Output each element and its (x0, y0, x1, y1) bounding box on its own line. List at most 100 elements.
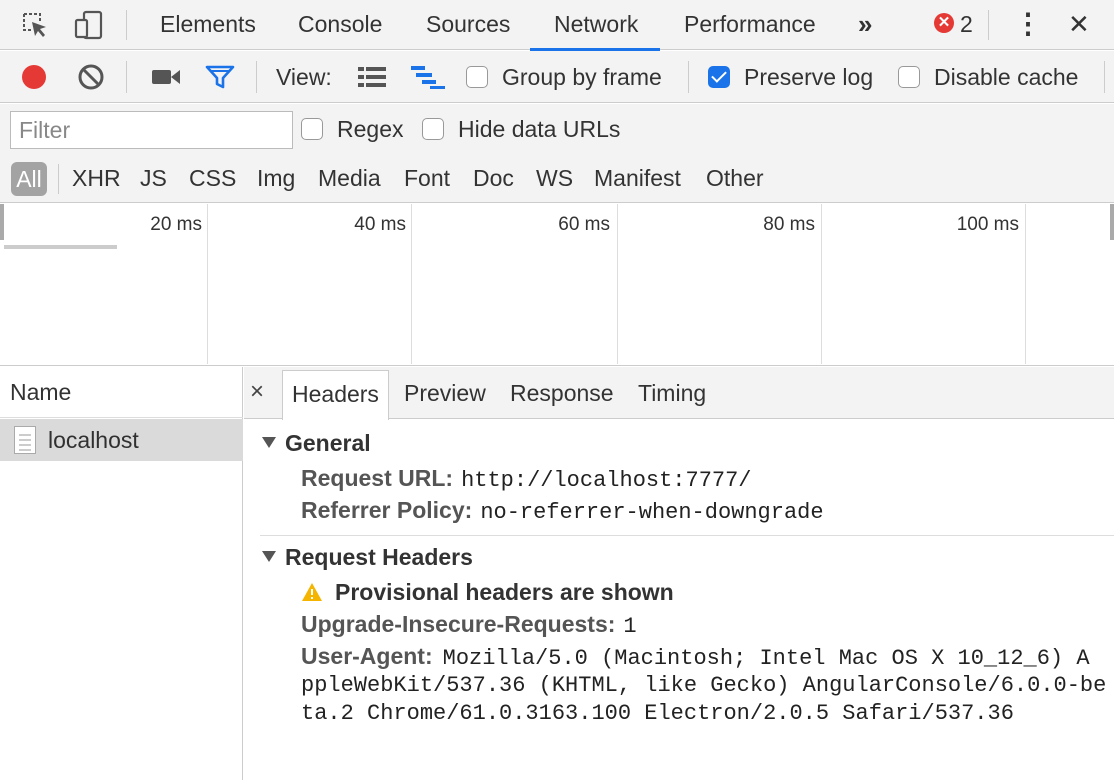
grid-line (411, 204, 412, 364)
user-agent-continued: ta.2 Chrome/61.0.3163.100 Electron/2.0.5… (301, 701, 1014, 726)
list-view-button[interactable] (357, 51, 387, 103)
record-icon (22, 65, 46, 89)
grid-line (207, 204, 208, 364)
type-filter-ws[interactable]: WS (536, 154, 573, 203)
clear-icon (78, 64, 104, 90)
error-icon[interactable]: ✕ (934, 13, 954, 33)
timeline-overview[interactable]: 20 ms 40 ms 60 ms 80 ms 100 ms (0, 204, 1114, 366)
timeline-tick: 20 ms (150, 214, 202, 235)
device-toolbar-icon (74, 10, 103, 40)
close-devtools-button[interactable]: ✕ (1066, 0, 1092, 50)
inspect-element-button[interactable] (18, 8, 52, 42)
close-details-button[interactable]: × (250, 367, 264, 419)
tab-sources[interactable]: Sources (424, 0, 512, 50)
disable-cache-box[interactable] (898, 66, 920, 88)
clear-button[interactable] (77, 51, 105, 103)
provisional-headers-warning: Provisional headers are shown (301, 579, 674, 606)
network-toolbar: View: Group by frame Preserve log Disabl… (0, 51, 1114, 103)
request-list: Name localhost (0, 367, 243, 780)
waterfall-view-icon (411, 66, 445, 89)
toolbar-divider (988, 10, 989, 40)
regex-label: Regex (337, 115, 404, 142)
resource-type-filter: All XHR JS CSS Img Media Font Doc WS Man… (0, 154, 1114, 203)
timeline-tick: 100 ms (956, 214, 1019, 235)
filter-icon (205, 65, 235, 89)
timeline-tick: 60 ms (558, 214, 610, 235)
video-camera-icon (152, 70, 180, 84)
hide-data-urls-label: Hide data URLs (458, 115, 621, 142)
list-view-icon (358, 67, 386, 87)
view-label: View: (276, 63, 332, 90)
request-details-panel: × Headers Preview Response Timing Genera… (244, 367, 1114, 780)
user-agent-continued: ppleWebKit/537.36 (KHTML, like Gecko) An… (301, 673, 1107, 698)
tab-network[interactable]: Network (529, 0, 661, 51)
general-section-toggle[interactable]: General (262, 430, 371, 457)
group-by-frame-checkbox[interactable]: Group by frame (466, 51, 662, 103)
customize-menu-button[interactable]: ⋮ (1012, 0, 1044, 50)
type-filter-manifest[interactable]: Manifest (594, 154, 681, 203)
type-filter-css[interactable]: CSS (189, 154, 236, 203)
warning-icon (302, 583, 322, 601)
type-filter-font[interactable]: Font (404, 154, 450, 203)
filter-toggle-button[interactable] (205, 51, 235, 103)
filter-bar: Regex Hide data URLs (0, 104, 1114, 154)
tab-response[interactable]: Response (510, 367, 614, 419)
type-filter-other[interactable]: Other (706, 154, 764, 203)
regex-box[interactable] (301, 118, 323, 140)
group-by-frame-box[interactable] (466, 66, 488, 88)
capture-screenshots-button[interactable] (150, 51, 182, 103)
referrer-policy-row: Referrer Policy: no-referrer-when-downgra… (301, 497, 824, 525)
timeline-tick: 40 ms (354, 214, 406, 235)
hide-data-urls-checkbox[interactable]: Hide data URLs (422, 104, 620, 154)
toolbar-divider (126, 61, 127, 93)
preserve-log-box[interactable] (708, 66, 730, 88)
type-filter-doc[interactable]: Doc (473, 154, 514, 203)
tab-console[interactable]: Console (296, 0, 384, 50)
warning-text: Provisional headers are shown (335, 579, 674, 605)
request-row[interactable]: localhost (0, 419, 243, 461)
device-toolbar-button[interactable] (72, 8, 106, 42)
record-button[interactable] (20, 51, 48, 103)
overview-handle-left[interactable] (0, 204, 4, 240)
preserve-log-label: Preserve log (744, 63, 874, 90)
details-tab-bar: × Headers Preview Response Timing (244, 367, 1114, 420)
tab-headers[interactable]: Headers (282, 370, 389, 420)
filter-input[interactable] (10, 111, 293, 149)
overview-handle-right[interactable] (1110, 204, 1114, 240)
toolbar-divider (126, 10, 127, 40)
toolbar-divider (688, 61, 689, 93)
header-value: 1 (623, 614, 637, 639)
preserve-log-checkbox[interactable]: Preserve log (708, 51, 873, 103)
type-filter-all[interactable]: All (11, 162, 47, 196)
toolbar-divider (256, 61, 257, 93)
error-count[interactable]: 2 (960, 0, 973, 48)
disable-cache-label: Disable cache (934, 63, 1079, 90)
more-tabs-button[interactable]: » (856, 0, 874, 50)
grid-line (821, 204, 822, 364)
name-column-header[interactable]: Name (0, 367, 243, 418)
regex-checkbox[interactable]: Regex (301, 104, 403, 154)
type-filter-js[interactable]: JS (140, 154, 167, 203)
disable-cache-checkbox[interactable]: Disable cache (898, 51, 1078, 103)
header-value: http://localhost:7777/ (461, 468, 752, 493)
type-filter-media[interactable]: Media (318, 154, 381, 203)
waterfall-view-button[interactable] (410, 51, 446, 103)
inspect-icon (23, 13, 46, 37)
expand-triangle-icon (262, 551, 276, 562)
grid-line (617, 204, 618, 364)
request-headers-section-title: Request Headers (285, 544, 473, 570)
tab-timing[interactable]: Timing (638, 367, 706, 419)
tab-elements[interactable]: Elements (158, 0, 258, 50)
tab-preview[interactable]: Preview (404, 367, 486, 419)
group-by-frame-label: Group by frame (502, 63, 662, 90)
general-section-title: General (285, 430, 371, 456)
request-headers-section-toggle[interactable]: Request Headers (262, 544, 473, 571)
document-icon (14, 426, 36, 454)
request-url-row: Request URL: http://localhost:7777/ (301, 465, 752, 493)
type-filter-img[interactable]: Img (257, 154, 295, 203)
tab-performance[interactable]: Performance (682, 0, 818, 50)
toolbar-divider (1104, 61, 1105, 93)
hide-data-urls-box[interactable] (422, 118, 444, 140)
type-filter-xhr[interactable]: XHR (72, 154, 121, 203)
toolbar-divider (58, 164, 59, 194)
